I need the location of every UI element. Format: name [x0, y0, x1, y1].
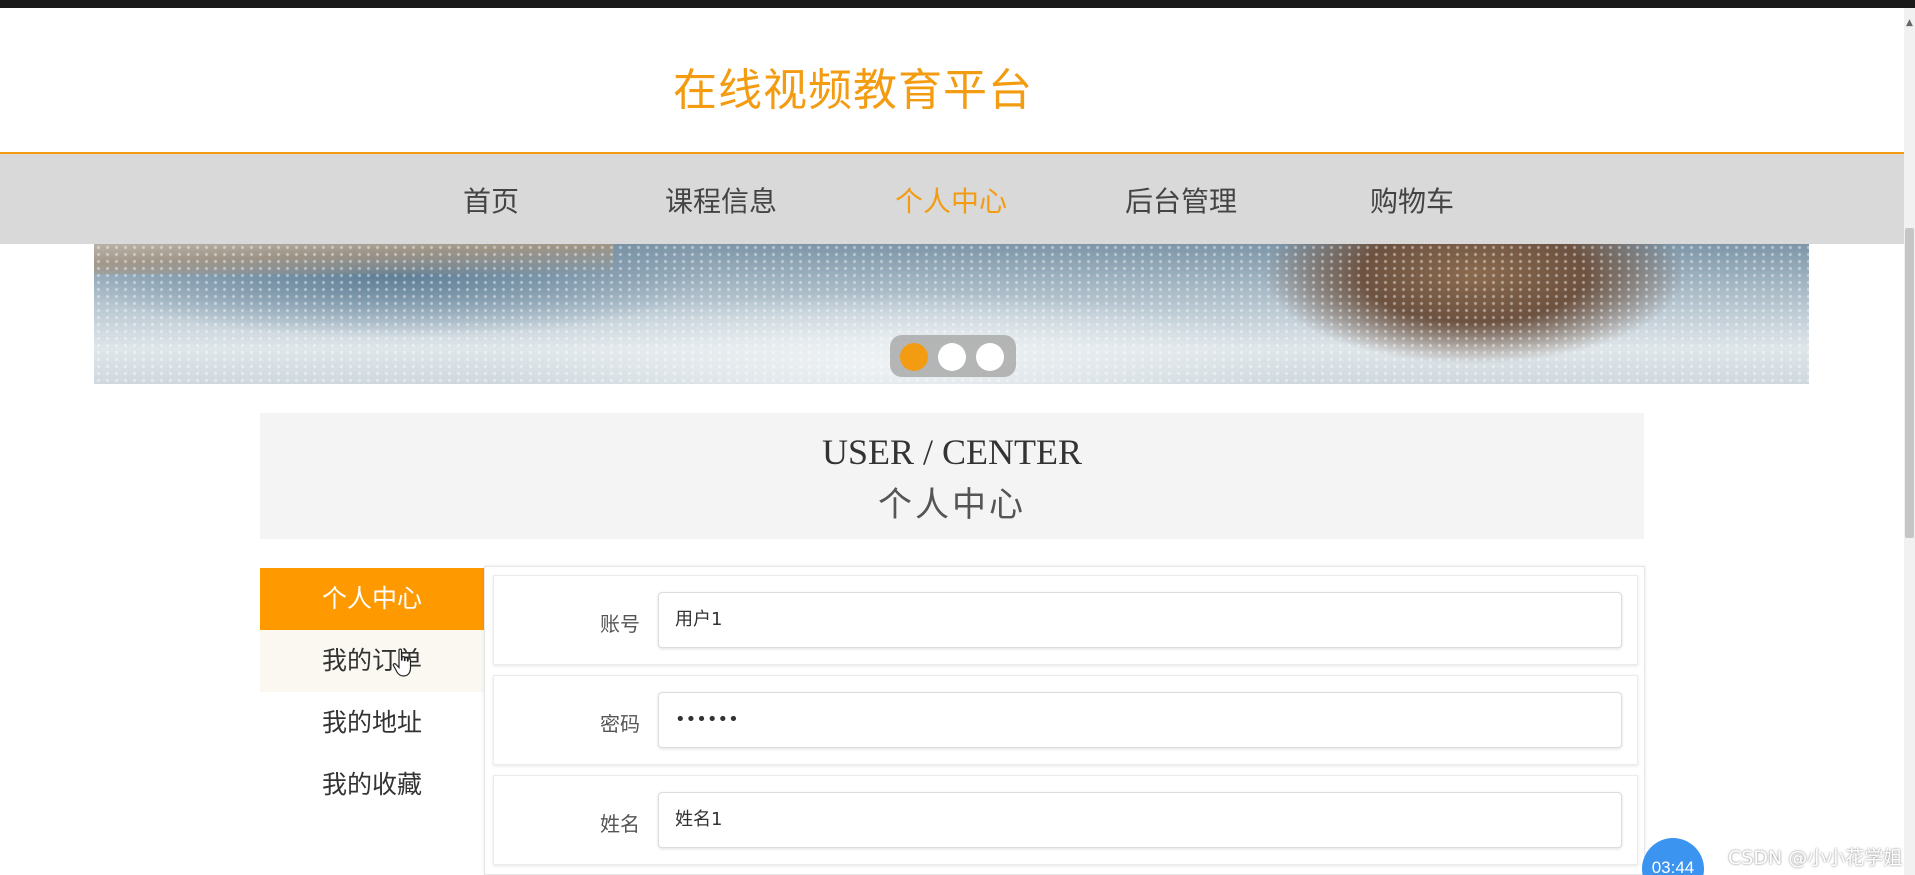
password-input[interactable]: ••••••: [658, 692, 1622, 748]
user-center-title-en: USER / CENTER: [821, 432, 1082, 472]
scrollbar-thumb[interactable]: [1905, 228, 1914, 538]
nav-item-user-center[interactable]: 个人中心: [895, 180, 1007, 220]
name-label: 姓名: [600, 812, 640, 836]
side-item-my-favorites[interactable]: 我的收藏: [260, 754, 484, 816]
account-input[interactable]: 用户1: [658, 592, 1622, 648]
nav-item-home[interactable]: 首页: [463, 180, 519, 220]
watermark-text: CSDN @小小花学姐: [1728, 847, 1903, 869]
user-center-title-cn: 个人中心: [878, 485, 1026, 525]
scroll-up-arrow-icon[interactable]: ▲: [1906, 18, 1913, 28]
carousel-dot-2[interactable]: [938, 343, 966, 371]
nav-item-cart[interactable]: 购物车: [1370, 180, 1454, 220]
form-row-name: 姓名 姓名1: [493, 775, 1638, 865]
password-label: 密码: [600, 712, 640, 736]
nav-item-courses[interactable]: 课程信息: [665, 180, 777, 220]
side-item-user-center[interactable]: 个人中心: [260, 568, 484, 630]
hand-cursor-icon: [392, 648, 412, 677]
name-input[interactable]: 姓名1: [658, 792, 1622, 848]
page-scrollbar[interactable]: ▲: [1904, 8, 1915, 875]
user-center-header: USER / CENTER 个人中心: [260, 413, 1644, 539]
window-top-bar: [0, 0, 1915, 8]
nav-item-admin[interactable]: 后台管理: [1125, 180, 1237, 220]
timer-text: 03:44: [1651, 858, 1695, 875]
side-item-my-orders[interactable]: 我的订单: [260, 630, 484, 692]
carousel-dot-3[interactable]: [976, 343, 1004, 371]
form-row-account: 账号 用户1: [493, 575, 1638, 665]
form-row-password: 密码 ••••••: [493, 675, 1638, 765]
account-label: 账号: [600, 612, 640, 636]
carousel-indicators: [890, 335, 1016, 377]
side-item-my-address[interactable]: 我的地址: [260, 692, 484, 754]
user-side-menu: 个人中心 我的订单 我的地址 我的收藏: [260, 568, 484, 875]
main-nav: 首页 课程信息 个人中心 后台管理 购物车: [0, 152, 1904, 244]
site-header: 在线视频教育平台: [0, 8, 1904, 152]
banner-carousel[interactable]: [94, 244, 1809, 384]
site-title[interactable]: 在线视频教育平台: [673, 54, 1033, 118]
profile-form: 账号 用户1 密码 •••••• 姓名 姓名1: [484, 566, 1645, 875]
carousel-dot-1[interactable]: [900, 343, 928, 371]
